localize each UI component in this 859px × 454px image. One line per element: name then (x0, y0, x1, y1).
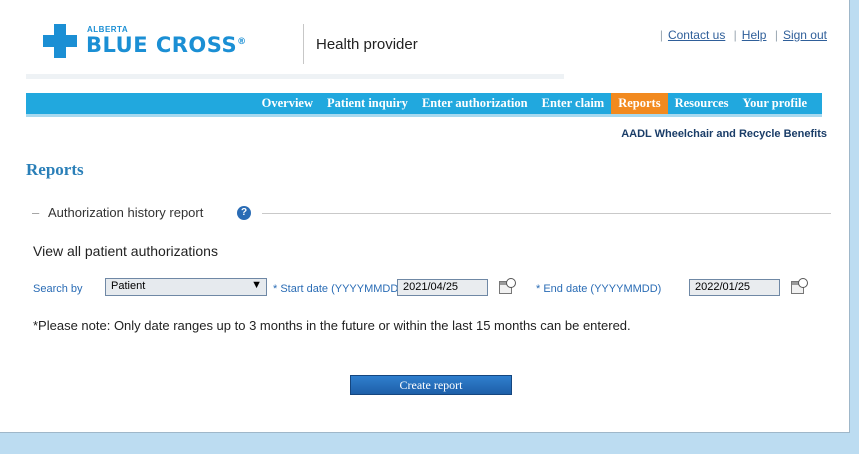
section-header: – Authorization history report ? (26, 205, 831, 221)
nav-patient-inquiry[interactable]: Patient inquiry (320, 93, 415, 114)
nav-your-profile[interactable]: Your profile (736, 93, 814, 114)
help-icon[interactable]: ? (237, 206, 251, 220)
section-divider (262, 213, 831, 214)
nav-resources[interactable]: Resources (668, 93, 736, 114)
nav-reports[interactable]: Reports (611, 93, 668, 114)
subnav-aadl-link[interactable]: AADL Wheelchair and Recycle Benefits (621, 128, 827, 140)
start-date-input[interactable]: 2021/04/25 (397, 279, 488, 296)
page-container: ALBERTA BLUE CROSS® Health provider | Con… (0, 0, 850, 433)
header-divider (303, 24, 304, 64)
start-date-calendar-icon[interactable] (498, 278, 516, 295)
nav-enter-authorization[interactable]: Enter authorization (415, 93, 535, 114)
section-title: Authorization history report (48, 205, 204, 220)
search-by-label: Search by (33, 283, 83, 295)
header-rule (26, 74, 564, 79)
search-by-select[interactable]: Patient ▼ (105, 278, 267, 296)
view-all-text: View all patient authorizations (33, 243, 218, 259)
end-date-input[interactable]: 2022/01/25 (689, 279, 780, 296)
site-name: Health provider (316, 36, 418, 53)
start-date-label: * Start date (YYYYMMDD) (273, 283, 402, 295)
contact-us-link[interactable]: Contact us (668, 28, 725, 42)
sign-out-link[interactable]: Sign out (783, 28, 827, 42)
search-by-value: Patient (111, 280, 146, 292)
create-report-button[interactable]: Create report (350, 375, 512, 395)
date-range-note: *Please note: Only date ranges up to 3 m… (33, 318, 631, 333)
end-date-label: * End date (YYYYMMDD) (536, 283, 662, 295)
blue-cross-logo-icon (43, 24, 77, 58)
help-link[interactable]: Help (742, 28, 767, 42)
end-date-calendar-icon[interactable] (790, 278, 808, 295)
logo-main-text: BLUE CROSS (86, 33, 238, 57)
logo-bluecross-text: BLUE CROSS® (86, 33, 247, 57)
logo-registered-mark: ® (237, 37, 247, 47)
main-nav: Overview Patient inquiry Enter authoriza… (26, 93, 822, 117)
chevron-down-icon: ▼ (251, 279, 262, 291)
nav-enter-claim[interactable]: Enter claim (535, 93, 612, 114)
section-dash: – (32, 205, 40, 220)
top-links: | Contact us | Help | Sign out (659, 28, 827, 42)
nav-overview[interactable]: Overview (255, 93, 320, 114)
search-row: Search by Patient ▼ * Start date (YYYYMM… (33, 278, 823, 298)
page-title: Reports (26, 160, 84, 179)
